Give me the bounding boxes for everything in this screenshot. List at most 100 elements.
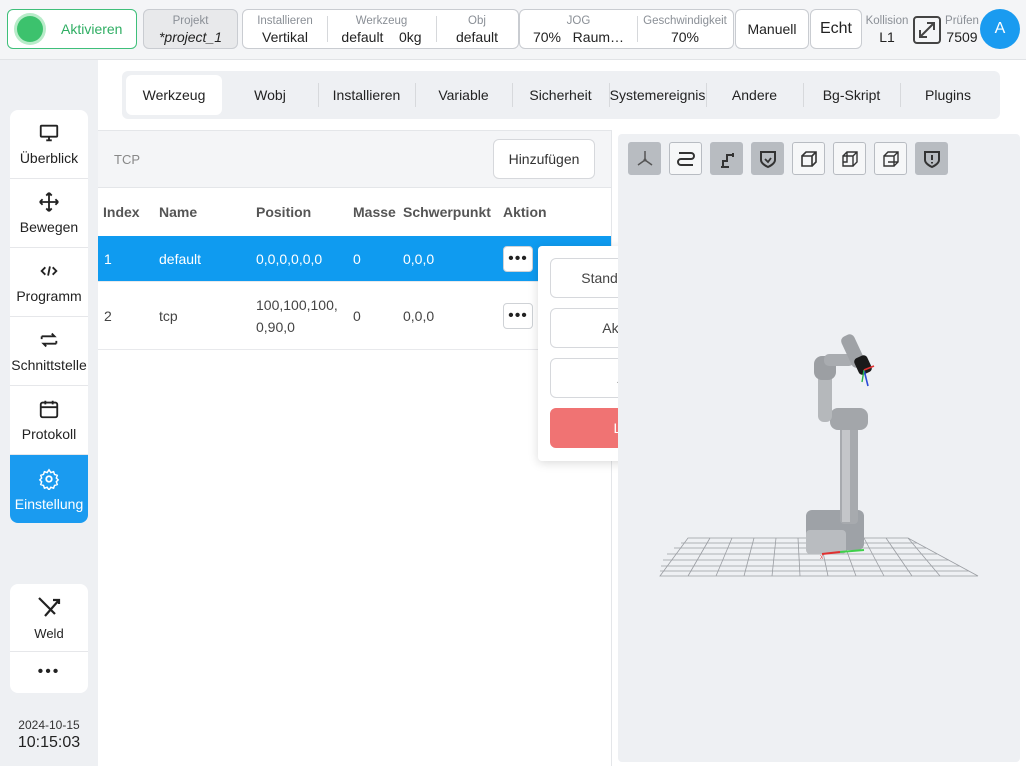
avatar[interactable]: A [980, 9, 1020, 49]
cell-position: 0,0,0,0,0,0 [256, 250, 323, 267]
tool-label: Werkzeug [355, 15, 408, 27]
install-tool-obj-group[interactable]: Installieren Vertikal Werkzeug default 0… [242, 9, 519, 49]
gear-icon [38, 468, 60, 490]
tab-safety[interactable]: Sicherheit [512, 75, 609, 115]
table-row[interactable]: 2 tcp 100,100,100, 0,90,0 0 0,0,0 ••• [98, 282, 611, 350]
sidebar-item-label: Bewegen [19, 219, 79, 235]
col-name: Name [159, 204, 198, 220]
check-indicator[interactable]: Prüfen 7509 [944, 14, 980, 46]
speed-cell[interactable]: Geschwindigkeit 70% [637, 10, 733, 48]
add-button[interactable]: Hinzufügen [493, 139, 595, 179]
col-position: Position [256, 204, 312, 220]
sidebar: Überblick Bewegen Programm Schnittstelle… [10, 110, 88, 523]
tool-mass: 0kg [399, 29, 422, 45]
jog-cell[interactable]: JOG 70% Raum… [520, 10, 637, 48]
table-header: Index Name Position Masse Schwerpunkt Ak… [98, 188, 611, 236]
sidebar-item-move[interactable]: Bewegen [10, 179, 88, 248]
install-label: Installieren [257, 15, 313, 27]
more-actions-button[interactable]: ••• [503, 245, 533, 272]
panel-header: TCP Hinzufügen [98, 131, 611, 188]
tab-bg-script[interactable]: Bg-Skript [803, 75, 900, 115]
sidebar-item-label: Einstellung [14, 495, 84, 512]
check-value: 7509 [946, 29, 978, 45]
collision-label: Kollision [865, 15, 909, 27]
tab-wobj[interactable]: Wobj [222, 75, 318, 115]
speed-label: Geschwindigkeit [643, 15, 727, 27]
weld-label: Weld [34, 626, 64, 641]
real-mode-button[interactable]: Echt [810, 9, 862, 49]
project-value: *project_1 [158, 29, 223, 45]
more-actions-button[interactable]: ••• [503, 302, 533, 329]
col-index: Index [103, 204, 140, 220]
tab-tool[interactable]: Werkzeug [126, 75, 222, 115]
sidebar-item-label: Schnittstelle [11, 357, 87, 373]
sidebar-item-settings[interactable]: Einstellung [10, 455, 88, 523]
clock-date: 2024-10-15 [18, 718, 80, 732]
cell-name: default [159, 250, 202, 267]
tab-install[interactable]: Installieren [318, 75, 415, 115]
cell-cog: 0,0,0 [403, 307, 435, 324]
speed-value: 70% [670, 29, 700, 45]
check-label: Prüfen [945, 15, 979, 27]
tcp-panel: TCP Hinzufügen Index Name Position Masse… [98, 130, 612, 766]
jog-mode: Raum… [572, 29, 625, 45]
tab-system-events[interactable]: Systemereignis [609, 75, 706, 115]
code-icon [40, 266, 58, 276]
move-icon [39, 192, 59, 212]
obj-value: default [455, 29, 499, 45]
sidebar-item-program[interactable]: Programm [10, 248, 88, 317]
plugin-sidebar: Weld ••• [10, 584, 88, 693]
collision-indicator[interactable]: Kollision L1 [864, 14, 910, 46]
sidebar-item-label: Programm [16, 288, 82, 304]
cell-position-line2: 0,90,0 [256, 318, 295, 335]
cell-position-line1: 100,100,100, [256, 296, 338, 313]
calendar-icon [39, 400, 59, 419]
cell-index: 2 [104, 307, 112, 324]
install-value: Vertikal [262, 29, 308, 45]
clock-time: 10:15:03 [17, 734, 81, 751]
top-bar: Aktivieren Projekt *project_1 Installier… [0, 0, 1026, 60]
jog-percent: 70% [532, 29, 561, 45]
col-mass: Masse [353, 204, 396, 220]
col-cog: Schwerpunkt [403, 204, 491, 220]
collision-value: L1 [879, 29, 895, 45]
sidebar-item-weld[interactable]: Weld [10, 584, 88, 652]
cell-cog: 0,0,0 [403, 250, 435, 267]
cell-index: 1 [104, 250, 112, 267]
status-indicator [17, 16, 43, 42]
manual-mode-button[interactable]: Manuell [735, 9, 809, 49]
obj-cell[interactable]: Obj default [436, 10, 518, 48]
tool-cell[interactable]: Werkzeug default 0kg [327, 10, 436, 48]
project-label: Projekt [172, 15, 209, 27]
cell-mass: 0 [353, 307, 361, 324]
sidebar-item-interface[interactable]: Schnittstelle [10, 317, 88, 386]
monitor-icon [39, 124, 59, 142]
tab-variable[interactable]: Variable [415, 75, 512, 115]
cell-name: tcp [159, 307, 178, 324]
cell-mass: 0 [353, 250, 361, 267]
activate-button[interactable]: Aktivieren [7, 9, 137, 49]
sidebar-item-label: Protokoll [21, 426, 77, 442]
obj-label: Obj [468, 15, 486, 27]
sidebar-item-log[interactable]: Protokoll [10, 386, 88, 455]
project-selector[interactable]: Projekt *project_1 [143, 9, 238, 49]
expand-icon[interactable] [912, 15, 942, 45]
tool-name: default [341, 29, 384, 45]
col-action: Aktion [503, 204, 547, 220]
more-button[interactable]: ••• [10, 652, 88, 692]
tab-other[interactable]: Andere [706, 75, 803, 115]
jog-value: 70% Raum… [520, 28, 637, 46]
install-cell[interactable]: Installieren Vertikal [243, 10, 327, 48]
sidebar-item-overview[interactable]: Überblick [10, 110, 88, 179]
main-content: Werkzeug Wobj Installieren Variable Sich… [98, 60, 1026, 766]
swap-icon [40, 332, 58, 348]
settings-tabs: Werkzeug Wobj Installieren Variable Sich… [122, 71, 1000, 119]
jog-speed-group[interactable]: JOG 70% Raum… Geschwindigkeit 70% [519, 9, 734, 49]
activate-label: Aktivieren [61, 21, 123, 37]
tab-plugins[interactable]: Plugins [900, 75, 996, 115]
cell-position: 100,100,100, 0,90,0 [256, 294, 353, 338]
clock: 2024-10-15 10:15:03 [10, 718, 88, 752]
table-row[interactable]: 1 default 0,0,0,0,0,0 0 0,0,0 ••• [98, 236, 611, 282]
jog-label: JOG [566, 15, 591, 27]
3d-viewer[interactable]: X [618, 134, 1020, 762]
